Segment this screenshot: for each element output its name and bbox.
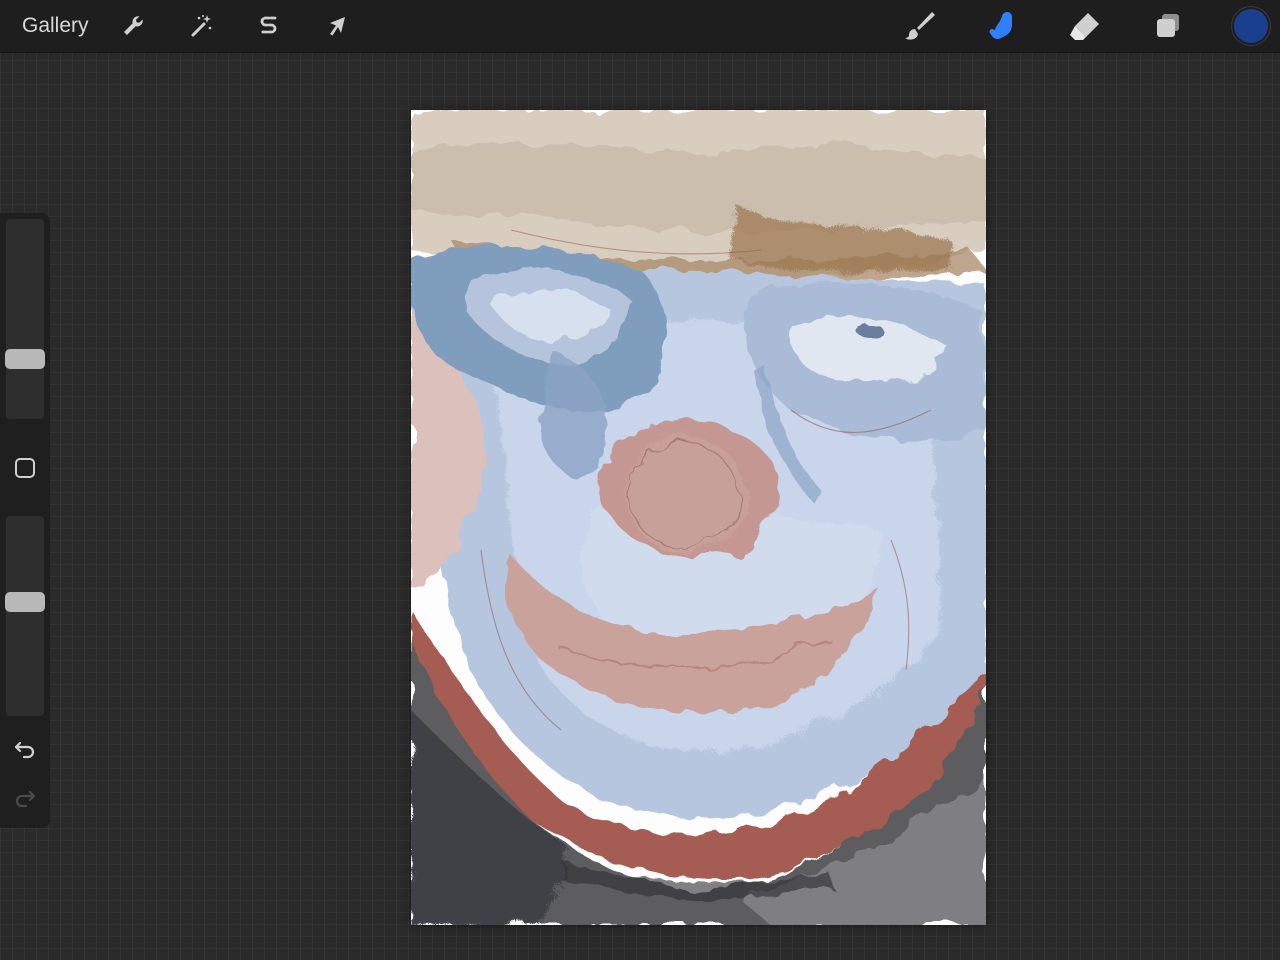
- opacity-slider-thumb[interactable]: [5, 592, 45, 612]
- selection-s-icon: [260, 16, 277, 34]
- eraser-icon: [1070, 13, 1099, 40]
- opacity-slider[interactable]: [5, 516, 45, 716]
- left-sidebar: [0, 213, 50, 828]
- smudge-tool-button[interactable]: [983, 7, 1021, 45]
- brush-icon: [905, 12, 935, 40]
- brush-size-slider-thumb[interactable]: [5, 349, 45, 369]
- eraser-tool-button[interactable]: [1066, 7, 1104, 45]
- brush-size-slider[interactable]: [5, 219, 45, 419]
- arrow-cursor-icon: [330, 17, 345, 36]
- square-modify-icon: [15, 458, 35, 478]
- clown-face-painting: [411, 110, 986, 925]
- brush-tool-button[interactable]: [900, 7, 938, 45]
- color-swatch-button[interactable]: [1234, 9, 1268, 43]
- gallery-button[interactable]: Gallery: [22, 12, 89, 40]
- modify-button[interactable]: [14, 457, 36, 479]
- smudge-finger-icon: [989, 12, 1012, 40]
- layers-button[interactable]: [1149, 7, 1187, 45]
- drawing-canvas[interactable]: [411, 110, 986, 925]
- undo-icon: [14, 741, 35, 759]
- adjustments-button[interactable]: [182, 7, 220, 45]
- top-toolbar: Gallery: [0, 0, 1280, 52]
- redo-icon: [15, 790, 36, 808]
- wrench-icon: [124, 16, 143, 35]
- magic-wand-icon: [191, 15, 212, 37]
- actions-button[interactable]: [114, 7, 152, 45]
- transform-button[interactable]: [318, 7, 356, 45]
- redo-button[interactable]: [12, 784, 38, 810]
- undo-button[interactable]: [12, 735, 38, 761]
- selection-button[interactable]: [250, 7, 288, 45]
- layers-icon: [1157, 14, 1179, 37]
